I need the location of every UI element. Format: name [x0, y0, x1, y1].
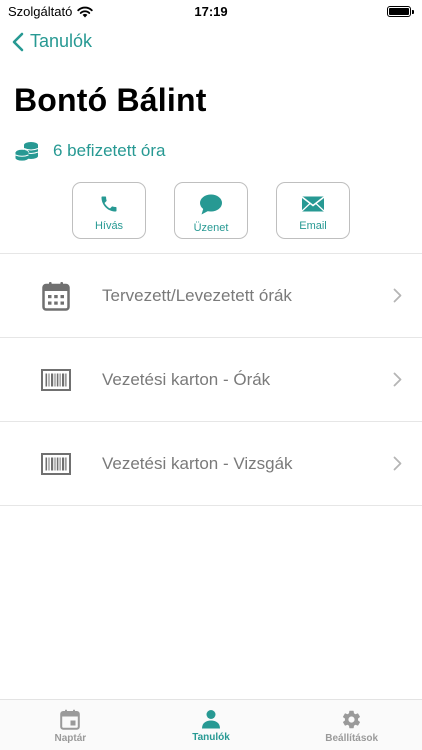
calendar-icon	[60, 709, 81, 730]
tab-label: Naptár	[54, 733, 87, 744]
coins-icon	[15, 142, 39, 161]
menu-item-label: Tervezett/Levezetett órák	[102, 285, 292, 305]
chevron-right-icon	[393, 456, 402, 471]
tab-students[interactable]: Tanulók	[141, 700, 282, 750]
menu-item-label: Vezetési karton - Órák	[102, 369, 271, 389]
tab-settings[interactable]: Beállítások	[281, 700, 422, 750]
chevron-right-icon	[393, 288, 402, 303]
tab-bar: Naptár Tanulók Beállítások	[0, 699, 422, 750]
page-title: Bontó Bálint	[14, 82, 207, 118]
envelope-icon	[301, 196, 325, 212]
menu-item-driving-card-exams[interactable]: Vezetési karton - Vizsgák	[0, 422, 422, 506]
barcode-icon	[41, 452, 71, 475]
call-button[interactable]: Hívás	[72, 182, 146, 239]
tab-calendar[interactable]: Naptár	[0, 700, 141, 750]
chevron-right-icon	[393, 372, 402, 387]
menu-list: Tervezett/Levezetett órák Vezetési karto…	[0, 253, 422, 506]
battery-icon	[387, 6, 414, 17]
email-button[interactable]: Email	[276, 182, 350, 239]
calendar-icon	[42, 281, 70, 311]
barcode-icon	[41, 368, 71, 391]
chat-bubble-icon	[200, 194, 222, 215]
paid-lessons-text: 6 befizetett óra	[53, 141, 166, 160]
back-label: Tanulók	[30, 31, 93, 51]
call-button-label: Hívás	[94, 220, 124, 232]
tab-label: Tanulók	[192, 732, 230, 743]
back-button[interactable]: Tanulók	[12, 31, 92, 52]
menu-item-lessons[interactable]: Tervezett/Levezetett órák	[0, 254, 422, 338]
tab-label: Beállítások	[325, 733, 379, 744]
paid-lessons: 6 befizetett óra	[15, 141, 165, 161]
chevron-left-icon	[12, 32, 24, 51]
message-button[interactable]: Üzenet	[174, 182, 248, 239]
menu-item-driving-card-lessons[interactable]: Vezetési karton - Órák	[0, 338, 422, 422]
gear-icon	[343, 710, 361, 729]
status-bar: Szolgáltató 17:19	[0, 0, 422, 24]
contact-actions: Hívás Üzenet Email	[72, 182, 350, 239]
phone-icon	[101, 196, 117, 212]
email-button-label: Email	[299, 220, 327, 232]
message-button-label: Üzenet	[193, 222, 229, 234]
person-icon	[202, 710, 220, 729]
menu-item-label: Vezetési karton - Vizsgák	[102, 453, 293, 473]
clock: 17:19	[194, 4, 228, 19]
